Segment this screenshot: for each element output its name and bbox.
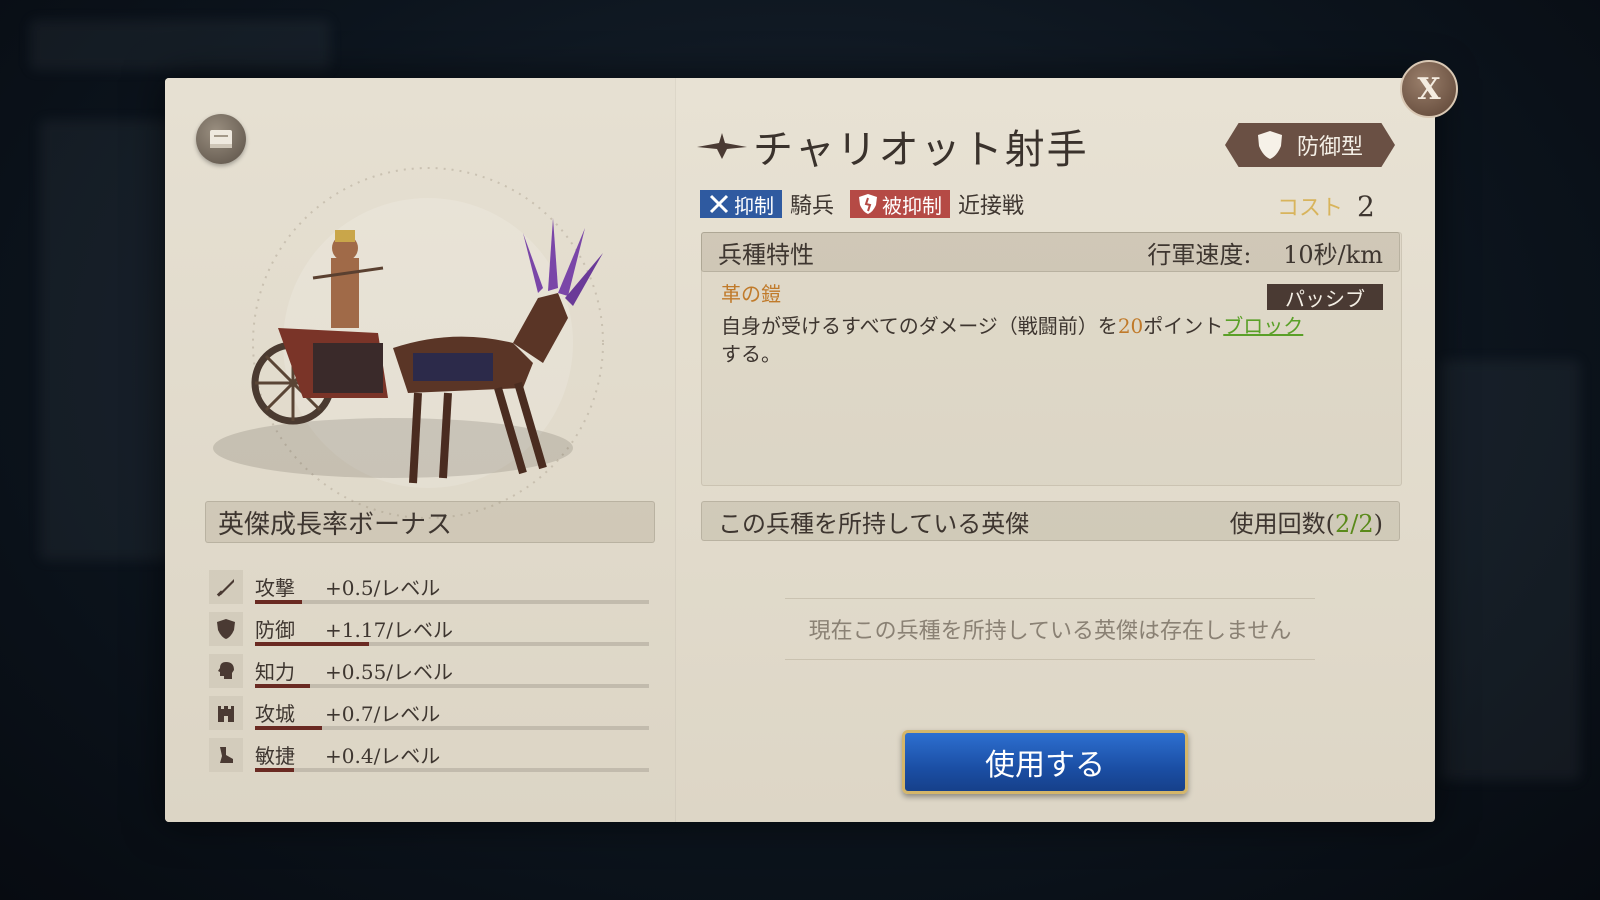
- counter-tag: 抑制: [700, 190, 782, 218]
- stat-bar: [255, 600, 649, 604]
- counter-label: 抑制: [734, 193, 774, 218]
- use-button[interactable]: 使用する: [902, 730, 1188, 794]
- desc-text: 自身が受けるすべてのダメージ（戦闘前）を: [721, 314, 1118, 338]
- trait-header: 兵種特性 行軍速度: 10秒/km: [701, 232, 1400, 272]
- background-sidebar: [40, 120, 170, 560]
- chariot-archer-illustration: [213, 167, 604, 519]
- countered-label: 被抑制: [882, 193, 943, 218]
- castle-icon: [209, 696, 243, 730]
- stat-bar-fill: [255, 642, 370, 646]
- block-keyword-link[interactable]: ブロック: [1223, 314, 1303, 338]
- owned-heroes-header: この兵種を所持している英傑 使用回数(2/2): [701, 501, 1400, 541]
- stat-value: +0.5/レベル: [325, 576, 441, 600]
- winged-emblem-icon: [697, 133, 747, 159]
- unit-title: チャリオット射手: [695, 116, 1089, 176]
- counter-tags: 抑制 騎兵 被抑制 近接戦: [700, 188, 1032, 220]
- close-button[interactable]: X: [1400, 60, 1458, 118]
- cost-display: コスト 2: [1277, 186, 1375, 226]
- stat-label: 敏捷: [255, 744, 295, 768]
- growth-bonus-header: 英傑成長率ボーナス: [205, 501, 655, 543]
- passive-badge: パッシブ: [1267, 284, 1383, 311]
- march-speed-value: 10秒/km: [1283, 240, 1383, 269]
- head-icon: [209, 654, 243, 688]
- background-hud: [30, 20, 330, 70]
- counter-target: 騎兵: [790, 194, 835, 219]
- trait-title: 兵種特性: [718, 240, 814, 269]
- skill-name: 革の鎧: [721, 282, 781, 306]
- defense-type-badge: 防御型: [1225, 123, 1395, 167]
- stat-label: 攻撃: [255, 576, 295, 600]
- broken-shield-icon: [859, 194, 878, 214]
- shield-icon: [209, 612, 243, 646]
- desc-text: ポイント: [1143, 314, 1224, 338]
- stat-row-agility: 敏捷 +0.4/レベル: [209, 738, 655, 778]
- boot-icon: [209, 738, 243, 772]
- stat-row-siege: 攻城 +0.7/レベル: [209, 696, 655, 736]
- stat-bar: [255, 684, 649, 688]
- stat-row-attack: 攻撃 +0.5/レベル: [209, 570, 655, 610]
- stat-label: 防御: [255, 618, 295, 642]
- march-speed-label: 行軍速度:: [1147, 240, 1252, 269]
- stat-bar: [255, 642, 649, 646]
- stat-bar-fill: [255, 726, 322, 730]
- type-label: 防御型: [1296, 135, 1363, 160]
- desc-number: 20: [1117, 314, 1144, 338]
- stat-label: 知力: [255, 660, 295, 684]
- stat-row-intelligence: 知力 +0.55/レベル: [209, 654, 655, 694]
- stat-value: +0.4/レベル: [325, 744, 441, 768]
- heroes-title: この兵種を所持している英傑: [718, 509, 1030, 538]
- close-icon: X: [1417, 71, 1441, 107]
- stat-value: +0.7/レベル: [325, 702, 441, 726]
- stat-label: 攻城: [255, 702, 295, 726]
- stat-bar-fill: [255, 684, 311, 688]
- stat-bar: [255, 768, 649, 772]
- stat-value: +1.17/レベル: [325, 618, 454, 642]
- desc-text: する。: [721, 342, 781, 366]
- shield-icon: [1257, 131, 1282, 159]
- stat-bar-fill: [255, 600, 303, 604]
- usage-suffix: ): [1373, 509, 1383, 538]
- usage-prefix: 使用回数(: [1229, 509, 1335, 538]
- stat-value: +0.55/レベル: [325, 660, 454, 684]
- empty-heroes-message: 現在この兵種を所持している英傑は存在しません: [785, 598, 1315, 660]
- usage-count: 使用回数(2/2): [1230, 504, 1383, 539]
- crossed-swords-icon: [709, 194, 729, 214]
- sword-icon: [209, 570, 243, 604]
- unit-name: チャリオット射手: [753, 127, 1089, 173]
- stat-bar: [255, 726, 649, 730]
- background-panel: [1440, 360, 1580, 780]
- unit-preview-pane: 英傑成長率ボーナス 攻撃 +0.5/レベル 防御 +1.17/レベル 知力 +0…: [165, 78, 676, 822]
- troop-detail-dialog: 英傑成長率ボーナス 攻撃 +0.5/レベル 防御 +1.17/レベル 知力 +0…: [165, 78, 1435, 822]
- countered-tag: 被抑制: [850, 190, 951, 218]
- stat-row-defense: 防御 +1.17/レベル: [209, 612, 655, 652]
- usage-value: 2/2: [1335, 509, 1374, 538]
- cost-label: コスト: [1277, 196, 1344, 221]
- cost-value: 2: [1357, 189, 1375, 223]
- skill-description: 自身が受けるすべてのダメージ（戦闘前）を20ポイントブロックする。: [721, 312, 1381, 368]
- stat-bar-fill: [255, 768, 295, 772]
- countered-by: 近接戦: [958, 194, 1025, 219]
- book-icon: [210, 130, 232, 148]
- march-speed: 行軍速度: 10秒/km: [1147, 235, 1383, 270]
